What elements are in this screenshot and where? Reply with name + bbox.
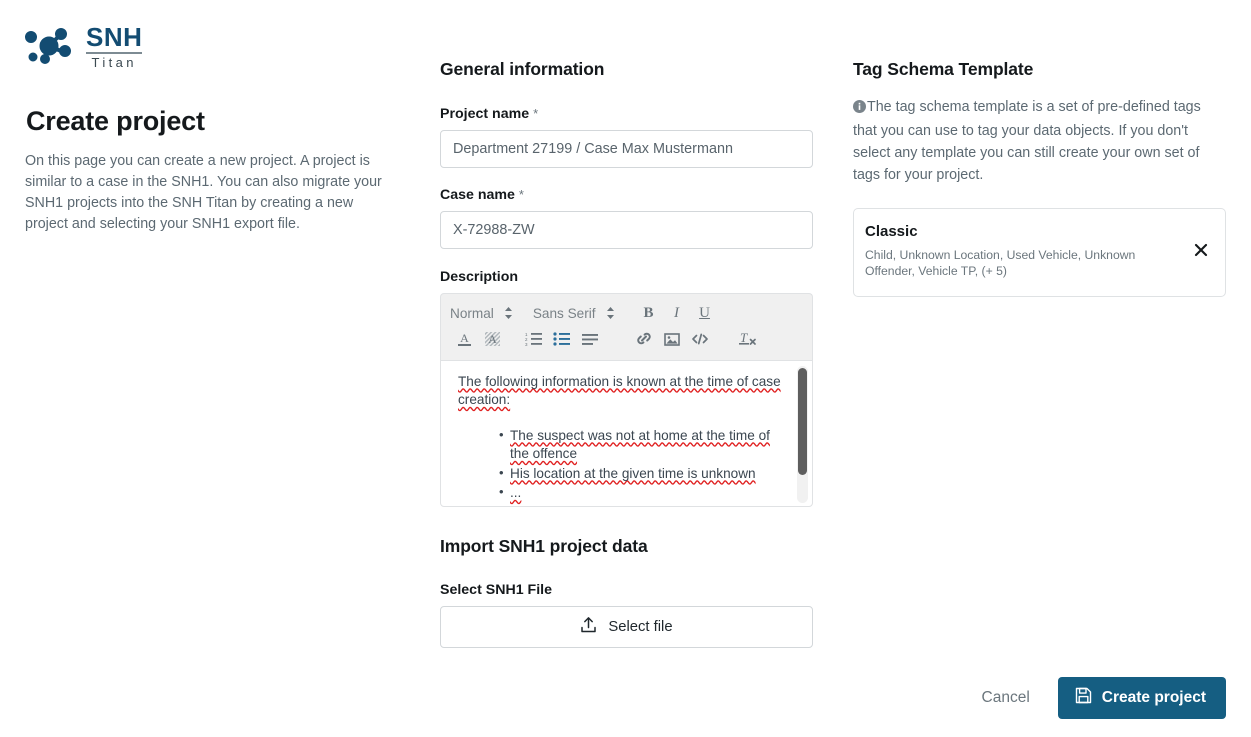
general-information-heading: General information	[440, 58, 605, 79]
description-field-group: Description Normal Sans Serif B I U A A …	[440, 269, 813, 507]
case-name-label-text: Case name	[440, 186, 515, 203]
close-icon	[1194, 243, 1208, 262]
code-block-icon	[691, 331, 709, 352]
cancel-button[interactable]: Cancel	[978, 681, 1034, 715]
list-item-text: ...	[510, 485, 522, 501]
align-icon	[581, 331, 599, 352]
project-name-input[interactable]	[440, 129, 813, 168]
editor-paragraph: The following information is known at th…	[458, 373, 786, 410]
chevron-updown-icon	[504, 306, 513, 320]
general-information-section: General information Project name * Case …	[440, 44, 813, 648]
bullet-list-button[interactable]	[548, 330, 576, 353]
case-name-label: Case name *	[440, 187, 813, 203]
image-icon	[663, 331, 681, 352]
text-color-button[interactable]: A	[450, 330, 478, 353]
tag-schema-section: Tag Schema Template The tag schema templ…	[853, 44, 1226, 297]
svg-text:A: A	[460, 331, 469, 345]
image-button[interactable]	[658, 330, 686, 353]
info-icon	[853, 98, 866, 120]
logo-wordmark: SNH Titan	[86, 21, 143, 69]
font-family-value: Sans Serif	[532, 305, 596, 321]
list-item-text: The suspect was not at home at the time …	[510, 427, 770, 462]
bold-button[interactable]: B	[635, 302, 663, 325]
remove-template-button[interactable]	[1191, 242, 1211, 262]
snh-molecule-logo-icon	[25, 26, 77, 66]
rich-text-editor: Normal Sans Serif B I U A A 1 2 3 T The …	[440, 292, 813, 507]
project-name-label: Project name *	[440, 106, 813, 122]
form-actions: Cancel Create project	[978, 677, 1226, 719]
code-block-button[interactable]	[686, 330, 714, 353]
required-marker: *	[533, 105, 539, 121]
ordered-list-button[interactable]: 1 2 3	[520, 330, 548, 353]
case-name-field-group: Case name *	[440, 187, 813, 249]
intro-panel: SNH Titan Create project On this page yo…	[25, 18, 415, 249]
svg-text:T: T	[740, 330, 748, 345]
case-name-input[interactable]	[440, 210, 813, 249]
clear-formatting-icon: T	[738, 330, 758, 352]
template-tags: Child, Unknown Location, Used Vehicle, U…	[865, 247, 1136, 279]
background-color-icon: A	[484, 330, 501, 353]
import-heading: Import SNH1 project data	[440, 535, 648, 556]
tag-schema-info-text: The tag schema template is a set of pre-…	[853, 98, 1201, 183]
ordered-list-icon: 1 2 3	[525, 331, 543, 352]
editor-toolbar: Normal Sans Serif B I U A A 1 2 3 T	[440, 292, 813, 360]
description-label: Description	[440, 268, 519, 285]
logo-name: SNH	[86, 21, 143, 52]
tag-schema-info: The tag schema template is a set of pre-…	[853, 96, 1226, 186]
editor-scrollbar[interactable]	[797, 365, 808, 503]
page-description: On this page you can create a new projec…	[25, 153, 382, 232]
align-button[interactable]	[576, 330, 604, 353]
save-icon	[1075, 687, 1092, 709]
bullet-list-icon	[553, 331, 571, 352]
heading-format-select[interactable]: Normal	[450, 302, 513, 324]
italic-button[interactable]: I	[663, 302, 691, 325]
text-color-icon: A	[456, 330, 473, 353]
underline-button[interactable]: U	[691, 302, 719, 325]
svg-text:A: A	[488, 332, 497, 346]
bold-icon: B	[643, 304, 654, 321]
editor-bullet-list: The suspect was not at home at the time …	[458, 426, 786, 503]
project-name-field-group: Project name *	[440, 106, 813, 168]
editor-scrollbar-thumb[interactable]	[798, 367, 807, 475]
font-family-select[interactable]: Sans Serif	[533, 302, 615, 324]
svg-text:3: 3	[525, 342, 528, 347]
page-title: Create project	[26, 106, 205, 136]
list-item: ...	[499, 483, 786, 503]
create-project-button[interactable]: Create project	[1057, 677, 1226, 719]
selected-template-card[interactable]: Classic Child, Unknown Location, Used Ve…	[853, 207, 1226, 297]
editor-content[interactable]: The following information is known at th…	[441, 361, 812, 506]
required-marker: *	[518, 186, 524, 202]
link-button[interactable]	[630, 330, 658, 353]
logo-subtitle: Titan	[86, 51, 143, 69]
underline-icon: U	[699, 304, 710, 321]
list-item: His location at the given time is unknow…	[499, 464, 786, 484]
italic-icon: I	[674, 304, 680, 321]
create-project-button-label: Create project	[1101, 689, 1206, 706]
project-name-label-text: Project name	[440, 105, 530, 122]
list-item-text: His location at the given time is unknow…	[510, 465, 756, 481]
select-file-button-label: Select file	[608, 618, 673, 635]
select-file-button[interactable]: Select file	[440, 605, 813, 648]
editor-body[interactable]: The following information is known at th…	[440, 359, 813, 507]
background-color-button[interactable]: A	[478, 330, 506, 353]
editor-paragraph-text: The following information is known at th…	[458, 373, 781, 408]
chevron-updown-icon	[606, 306, 615, 320]
clear-formatting-button[interactable]: T	[734, 330, 762, 353]
list-item: The suspect was not at home at the time …	[499, 426, 786, 464]
upload-icon	[580, 616, 597, 638]
template-name: Classic	[865, 222, 918, 240]
app-logo[interactable]: SNH Titan	[25, 18, 415, 74]
heading-format-value: Normal	[450, 305, 494, 321]
link-icon	[635, 331, 653, 352]
tag-schema-heading: Tag Schema Template	[853, 58, 1034, 79]
create-project-page: SNH Titan Create project On this page yo…	[0, 0, 1251, 737]
select-file-label: Select SNH1 File	[440, 581, 552, 598]
